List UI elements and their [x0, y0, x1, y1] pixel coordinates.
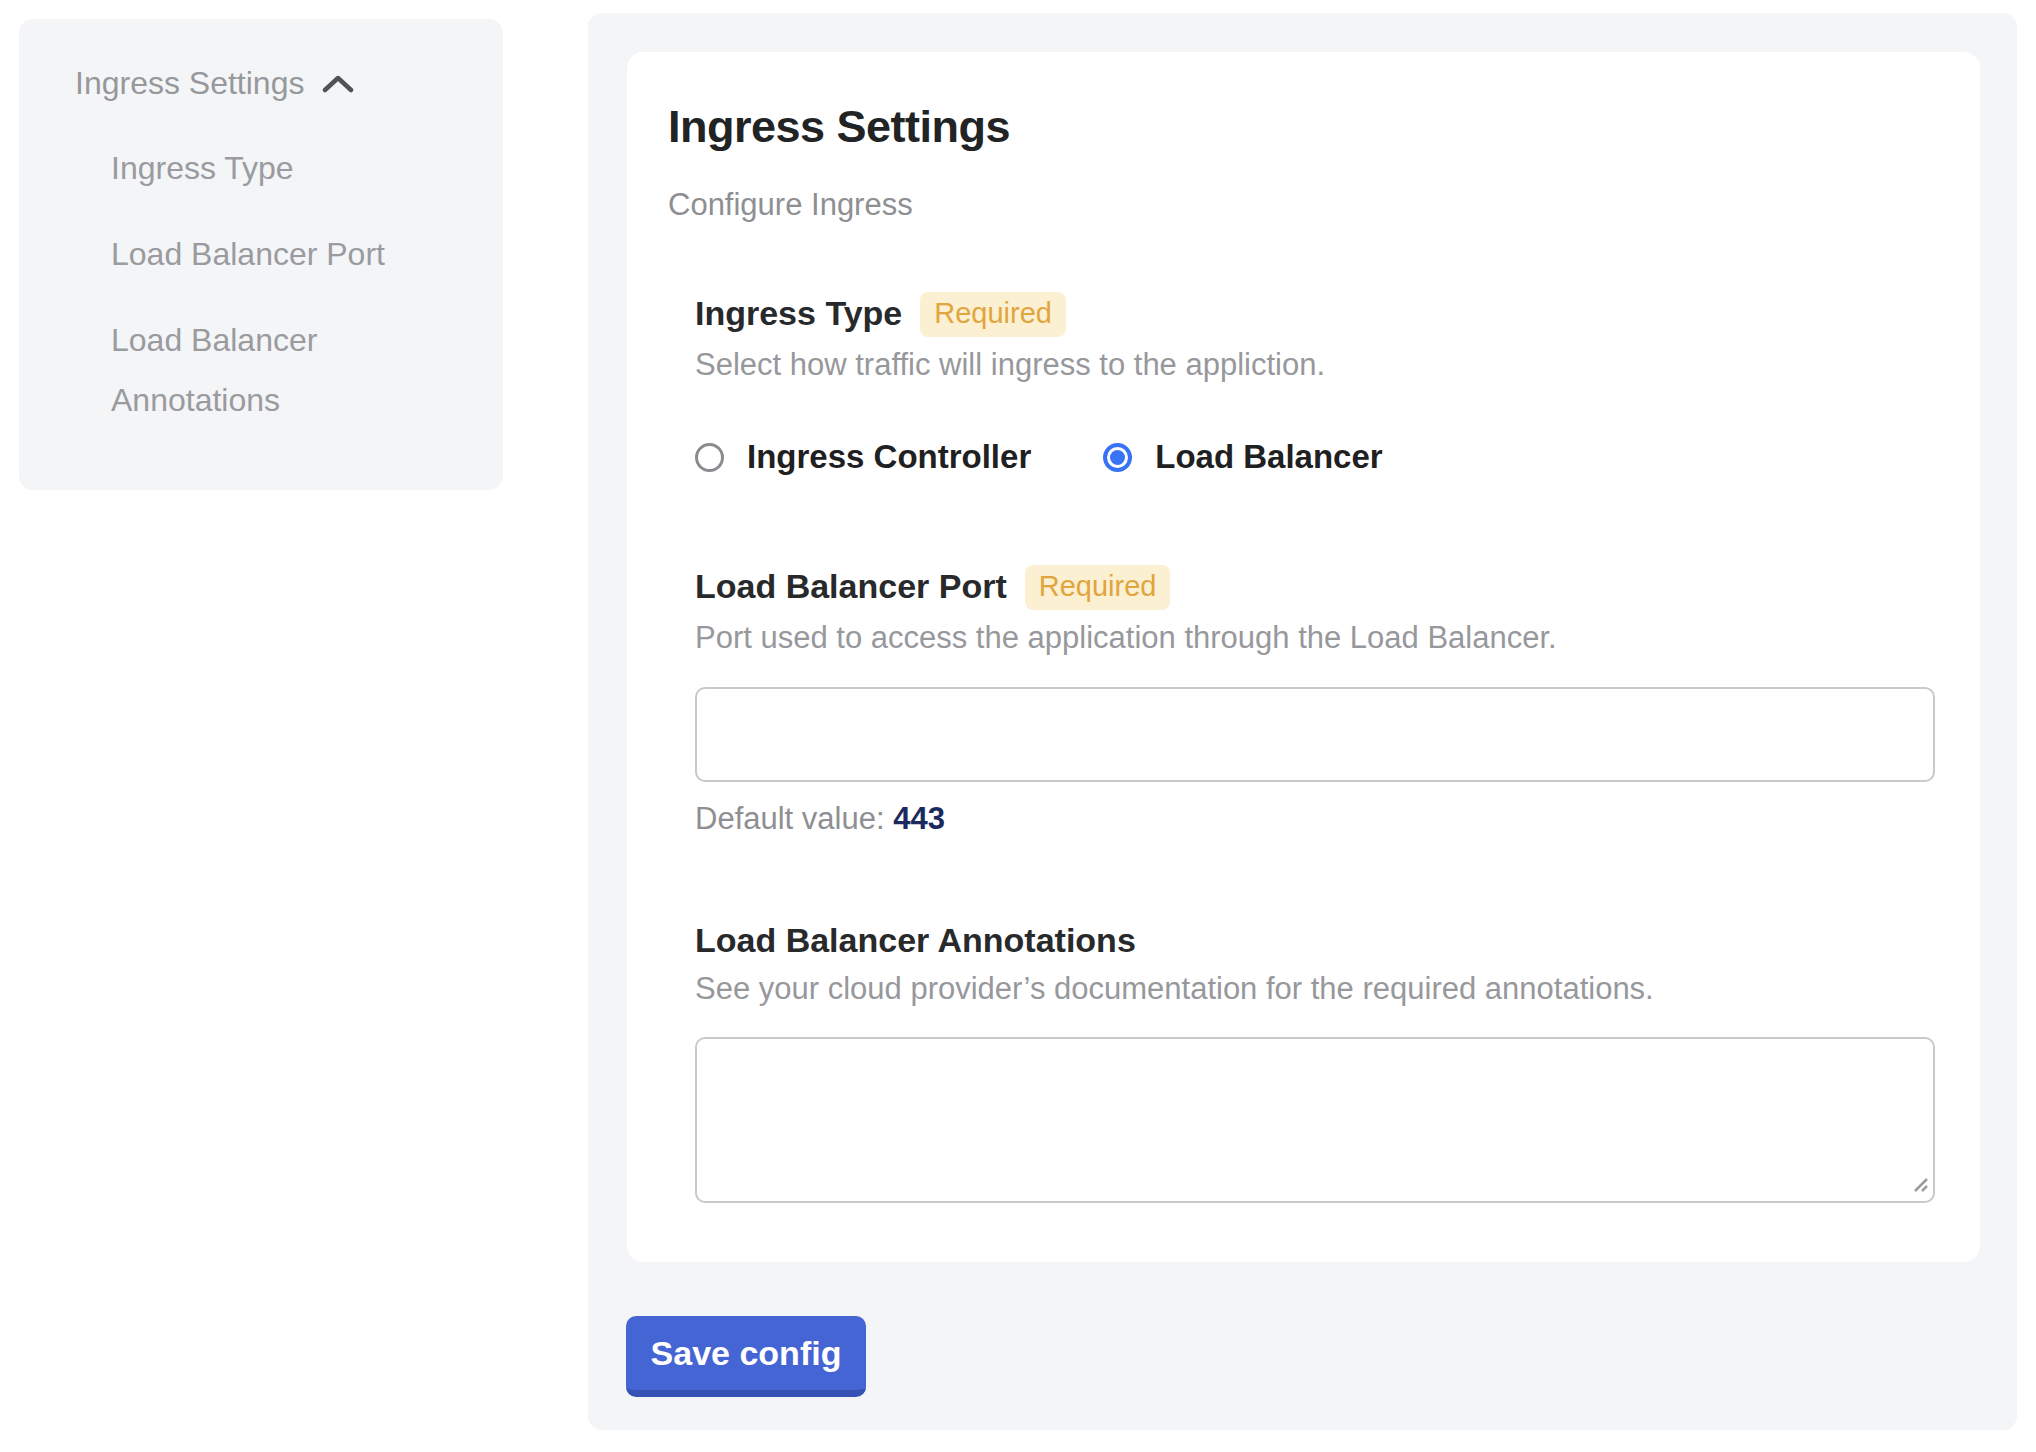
field-load-balancer-annotations: Load Balancer Annotations See your cloud… — [695, 919, 1935, 1203]
card-subtitle: Configure Ingress — [668, 186, 1935, 224]
radio-load-balancer[interactable]: Load Balancer — [1103, 438, 1382, 476]
radio-selected-icon — [1103, 443, 1132, 472]
field-label-ingress-type: Ingress Type — [695, 292, 902, 334]
required-badge-ingress-type: Required — [920, 292, 1066, 337]
radio-label-ingress-controller: Ingress Controller — [747, 438, 1031, 476]
card-title: Ingress Settings — [668, 101, 1935, 153]
field-ingress-type: Ingress Type Required Select how traffic… — [695, 289, 1935, 476]
chevron-up-icon — [322, 74, 354, 98]
default-value-number: 443 — [893, 801, 945, 836]
radio-label-load-balancer: Load Balancer — [1155, 438, 1382, 476]
field-label-load-balancer-annotations: Load Balancer Annotations — [695, 919, 1136, 961]
form-fields: Ingress Type Required Select how traffic… — [695, 289, 1935, 1203]
default-value-label: Default value: — [695, 801, 885, 836]
sidebar-item-load-balancer-annotations[interactable]: Load Balancer Annotations — [111, 310, 431, 430]
sidebar-section-toggle[interactable]: Ingress Settings — [75, 65, 503, 102]
save-config-button[interactable]: Save config — [626, 1316, 866, 1397]
main-panel: Ingress Settings Configure Ingress Ingre… — [588, 13, 2017, 1430]
resize-handle-icon[interactable] — [1907, 1171, 1931, 1199]
ingress-settings-card: Ingress Settings Configure Ingress Ingre… — [627, 52, 1980, 1262]
sidebar-section-title: Ingress Settings — [75, 65, 304, 102]
sidebar-nav: Ingress Settings Ingress Type Load Balan… — [19, 19, 503, 490]
load-balancer-annotations-textarea[interactable] — [695, 1037, 1935, 1203]
sidebar-item-ingress-type[interactable]: Ingress Type — [111, 138, 431, 198]
ingress-type-radio-group: Ingress Controller Load Balancer — [695, 438, 1935, 476]
default-value-hint: Default value: 443 — [695, 801, 1935, 837]
field-label-load-balancer-port: Load Balancer Port — [695, 565, 1007, 607]
sidebar-item-load-balancer-port[interactable]: Load Balancer Port — [111, 224, 431, 284]
radio-ingress-controller[interactable]: Ingress Controller — [695, 438, 1031, 476]
radio-unselected-icon — [695, 443, 724, 472]
load-balancer-port-input[interactable] — [695, 687, 1935, 782]
page: Ingress Settings Ingress Type Load Balan… — [0, 0, 2036, 1452]
field-description-load-balancer-port: Port used to access the application thro… — [695, 619, 1935, 657]
field-description-load-balancer-annotations: See your cloud provider’s documentation … — [695, 970, 1935, 1008]
sidebar-items: Ingress Type Load Balancer Port Load Bal… — [75, 138, 503, 430]
required-badge-load-balancer-port: Required — [1025, 565, 1171, 610]
field-load-balancer-port: Load Balancer Port Required Port used to… — [695, 562, 1935, 837]
field-description-ingress-type: Select how traffic will ingress to the a… — [695, 346, 1935, 384]
